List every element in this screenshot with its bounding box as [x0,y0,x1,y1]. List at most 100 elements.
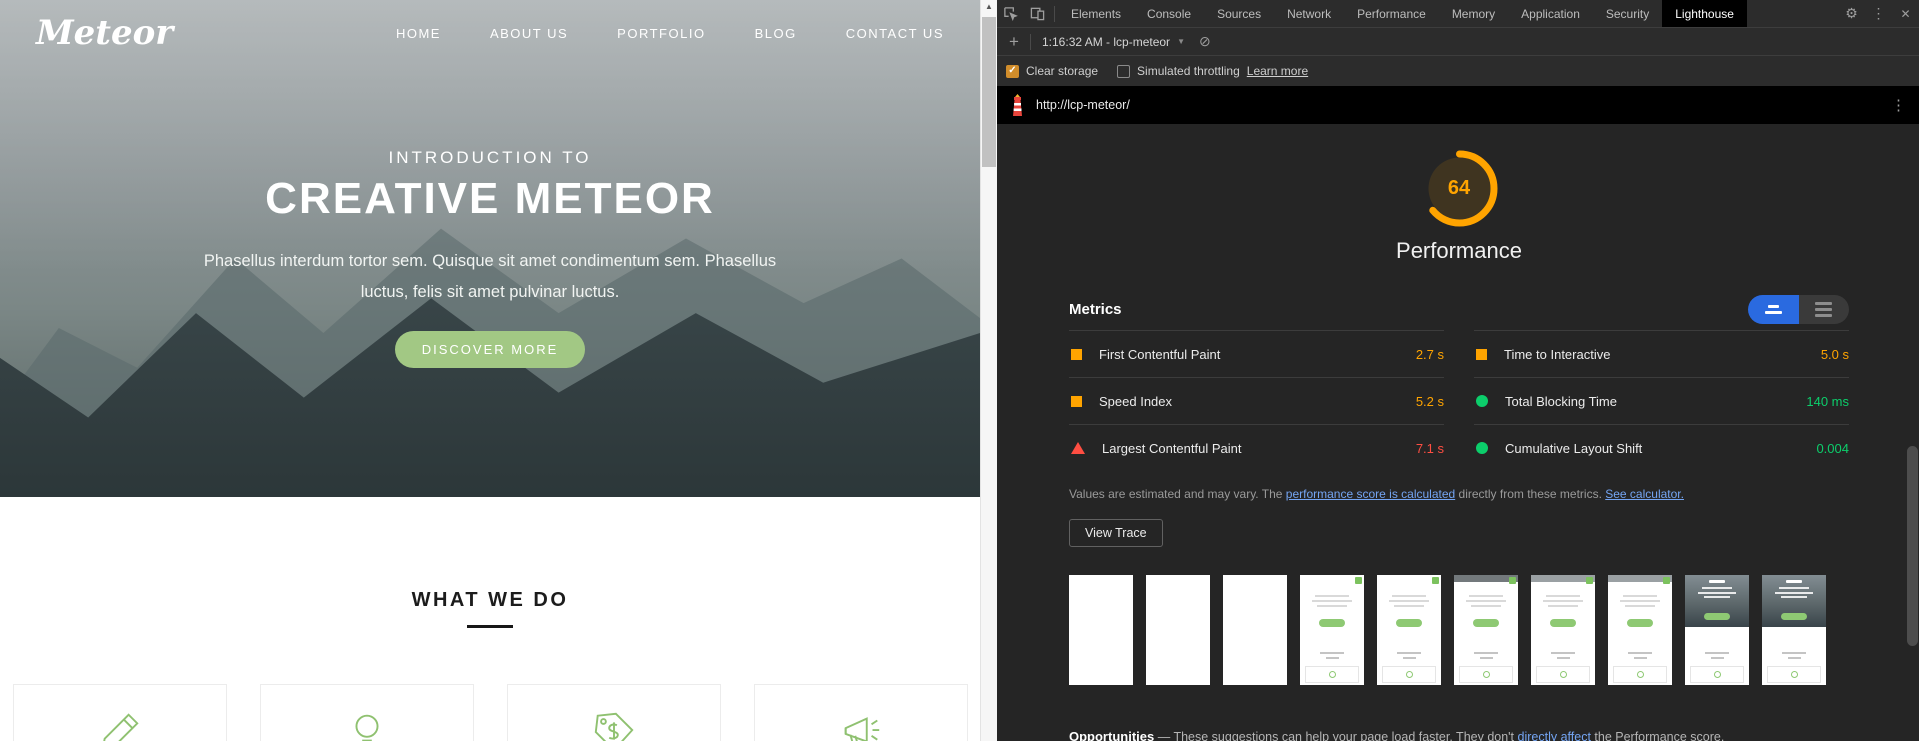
title-underline [467,625,513,628]
site-header: Meteor HOME ABOUT US PORTFOLIO BLOG CONT… [0,0,980,66]
metric-total-blocking-time: Total Blocking Time 140 ms [1474,377,1849,424]
clear-storage-checkbox[interactable]: ✓ [1006,65,1019,78]
see-calculator-link[interactable]: See calculator. [1605,487,1684,501]
nav-item-portfolio[interactable]: PORTFOLIO [617,26,705,41]
site-logo[interactable]: Meteor [36,13,173,53]
status-icon [1071,442,1085,454]
device-toolbar-icon[interactable] [1024,0,1051,27]
new-audit-icon[interactable]: + [1001,32,1027,52]
condensed-view-toggle-icon[interactable] [1748,295,1799,324]
directly-affect-link[interactable]: directly affect [1518,730,1591,741]
view-trace-button[interactable]: View Trace [1069,519,1163,547]
clear-storage-label: Clear storage [1026,64,1098,78]
report-selector[interactable]: 1:16:32 AM - lcp-meteor ▼ [1042,35,1185,49]
tab-sources[interactable]: Sources [1204,0,1274,27]
metric-first-contentful-paint: First Contentful Paint 2.7 s [1069,330,1444,377]
status-icon [1476,395,1488,407]
what-we-do-title: WHAT WE DO [0,589,980,612]
hero-paragraph: Phasellus interdum tortor sem. Quisque s… [0,246,980,307]
tab-console[interactable]: Console [1134,0,1204,27]
filmstrip-thumbnail [1685,575,1749,685]
nav-item-home[interactable]: HOME [396,26,441,41]
close-devtools-icon[interactable]: ✕ [1892,0,1919,27]
browser-scrollbar: ▲ [980,0,997,741]
expanded-view-toggle-icon[interactable] [1799,295,1850,324]
pencil-icon [97,709,143,741]
tab-lighthouse[interactable]: Lighthouse [1662,0,1747,27]
tab-elements[interactable]: Elements [1058,0,1134,27]
nav-item-blog[interactable]: BLOG [755,26,797,41]
simulated-throttling-label: Simulated throttling [1137,64,1240,78]
scrollbar-thumb[interactable] [982,17,996,167]
filmstrip-thumbnail [1608,575,1672,685]
audited-url: http://lcp-meteor/ [1036,98,1130,112]
hero-title: CREATIVE METEOR [0,174,980,224]
app-window: Meteor HOME ABOUT US PORTFOLIO BLOG CONT… [0,0,1919,741]
settings-gear-icon[interactable]: ⚙ [1838,0,1865,27]
service-card[interactable] [260,684,474,741]
what-we-do-section: WHAT WE DO [0,497,980,741]
chevron-down-icon: ▼ [1177,37,1185,46]
performance-score-value: 64 [1421,150,1498,227]
devtools-panel: Elements Console Sources Network Perform… [997,0,1919,741]
opportunities-title: Opportunities [1069,729,1154,741]
lighthouse-report: 64 Performance Metrics [997,124,1919,741]
toolbar-separator [1054,6,1055,22]
service-card[interactable] [507,684,721,741]
dollar-icon [591,709,637,741]
status-icon [1476,349,1487,360]
metric-speed-index: Speed Index 5.2 s [1069,377,1444,424]
discover-more-button[interactable]: DISCOVER MORE [395,331,586,368]
hero-content: INTRODUCTION TO CREATIVE METEOR Phasellu… [0,148,980,368]
tab-network[interactable]: Network [1274,0,1344,27]
filmstrip [1069,575,1849,685]
scrollbar-up-arrow[interactable]: ▲ [981,2,997,11]
devtools-tabbar: Elements Console Sources Network Perform… [997,0,1919,27]
more-options-icon[interactable]: ⋮ [1865,0,1892,27]
service-card[interactable] [754,684,968,741]
website-pane: Meteor HOME ABOUT US PORTFOLIO BLOG CONT… [0,0,980,741]
metrics-grid: First Contentful Paint 2.7 s Time to Int… [1069,330,1849,471]
megaphone-icon [838,709,884,741]
filmstrip-thumbnail [1223,575,1287,685]
category-title[interactable]: Performance [1069,238,1849,264]
learn-more-link[interactable]: Learn more [1247,64,1308,78]
report-session-label: 1:16:32 AM - lcp-meteor [1042,35,1170,49]
status-icon [1071,396,1082,407]
filmstrip-thumbnail [1531,575,1595,685]
hero-kicker: INTRODUCTION TO [0,148,980,168]
tab-security[interactable]: Security [1593,0,1662,27]
clear-reports-icon[interactable]: ⊘ [1199,33,1211,50]
inspect-element-icon[interactable] [997,0,1024,27]
opportunities-section-header: Opportunities — These suggestions can he… [1069,729,1849,741]
nav-item-about-us[interactable]: ABOUT US [490,26,568,41]
tab-performance[interactable]: Performance [1344,0,1439,27]
tab-memory[interactable]: Memory [1439,0,1508,27]
metrics-section-title: Metrics [1069,301,1122,318]
filmstrip-thumbnail [1454,575,1518,685]
report-url-bar: http://lcp-meteor/ ⋮ [997,86,1919,124]
lightbulb-icon [344,709,390,741]
hero-paragraph-line2: luctus, felis sit amet pulvinar luctus. [0,277,980,308]
filmstrip-thumbnail [1146,575,1210,685]
score-calculation-link[interactable]: performance score is calculated [1286,487,1455,501]
service-card[interactable] [13,684,227,741]
simulated-throttling-checkbox[interactable]: ✓ [1117,65,1130,78]
metric-cumulative-layout-shift: Cumulative Layout Shift 0.004 [1474,424,1849,471]
nav-item-contact-us[interactable]: CONTACT US [846,26,944,41]
lighthouse-options-bar: ✓ Clear storage ✓ Simulated throttling L… [997,55,1919,86]
status-icon [1071,349,1082,360]
performance-score-gauge[interactable]: 64 [1421,150,1498,227]
filmstrip-thumbnail [1069,575,1133,685]
devtools-scrollbar-thumb[interactable] [1907,446,1918,646]
site-nav: HOME ABOUT US PORTFOLIO BLOG CONTACT US [396,26,944,41]
filmstrip-thumbnail [1300,575,1364,685]
lighthouse-logo-icon [1010,94,1025,117]
metrics-disclaimer: Values are estimated and may vary. The p… [1069,487,1849,501]
filmstrip-thumbnail [1762,575,1826,685]
hero-paragraph-line1: Phasellus interdum tortor sem. Quisque s… [0,246,980,277]
service-cards [0,684,980,741]
report-menu-icon[interactable]: ⋮ [1891,96,1906,114]
tab-application[interactable]: Application [1508,0,1593,27]
metric-time-to-interactive: Time to Interactive 5.0 s [1474,330,1849,377]
